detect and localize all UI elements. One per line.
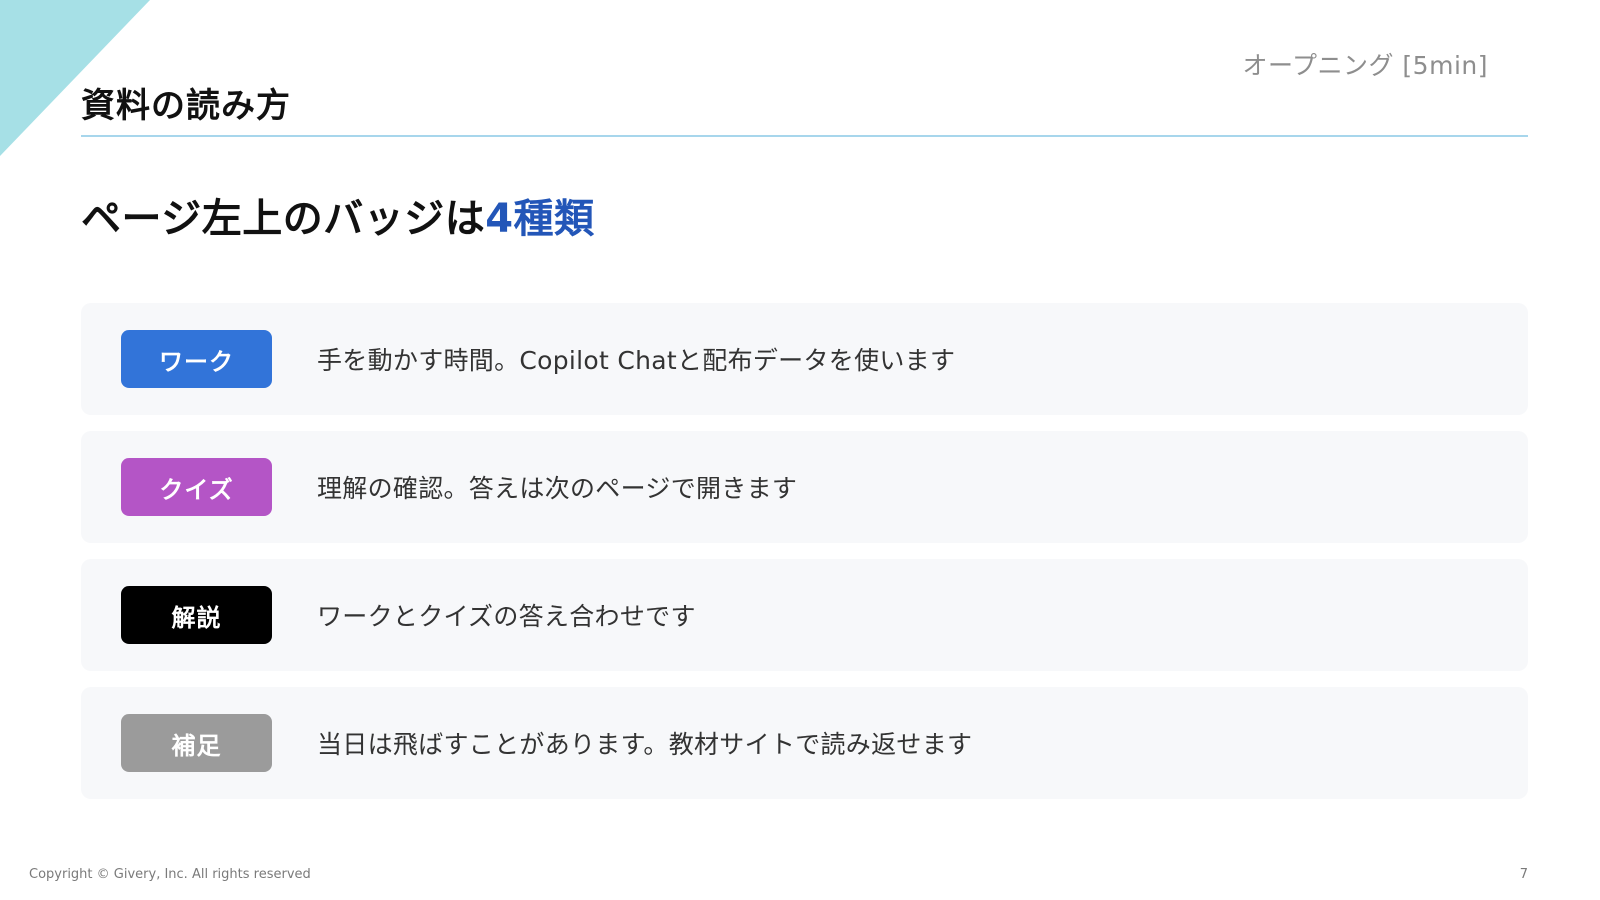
- badge-row-work: ワーク 手を動かす時間。Copilot Chatと配布データを使います: [81, 303, 1528, 415]
- badge-row-quiz: クイズ 理解の確認。答えは次のページで開きます: [81, 431, 1528, 543]
- badge-supplement: 補足: [121, 714, 272, 772]
- subtitle-main: ページ左上のバッジは: [81, 196, 486, 242]
- badge-description: ワークとクイズの答え合わせです: [317, 602, 696, 631]
- badge-explanation: 解説: [121, 586, 272, 644]
- badge-list: ワーク 手を動かす時間。Copilot Chatと配布データを使います クイズ …: [81, 303, 1528, 815]
- title-divider: [81, 135, 1528, 137]
- subtitle-accent: 4種類: [485, 196, 595, 242]
- badge-quiz: クイズ: [121, 458, 272, 516]
- badge-description: 手を動かす時間。Copilot Chatと配布データを使います: [317, 346, 956, 375]
- badge-row-supplement: 補足 当日は飛ばすことがあります。教材サイトで読み返せます: [81, 687, 1528, 799]
- slide-subtitle: ページ左上のバッジは4種類: [81, 186, 595, 244]
- badge-work: ワーク: [121, 330, 272, 388]
- page-number: 7: [1519, 867, 1528, 882]
- copyright-notice: Copyright © Givery, Inc. All rights rese…: [29, 867, 311, 882]
- page-title: 資料の読み方: [81, 86, 291, 126]
- section-label: オープニング [5min]: [1242, 51, 1488, 80]
- badge-description: 当日は飛ばすことがあります。教材サイトで読み返せます: [317, 730, 973, 759]
- badge-row-explanation: 解説 ワークとクイズの答え合わせです: [81, 559, 1528, 671]
- badge-description: 理解の確認。答えは次のページで開きます: [317, 474, 798, 503]
